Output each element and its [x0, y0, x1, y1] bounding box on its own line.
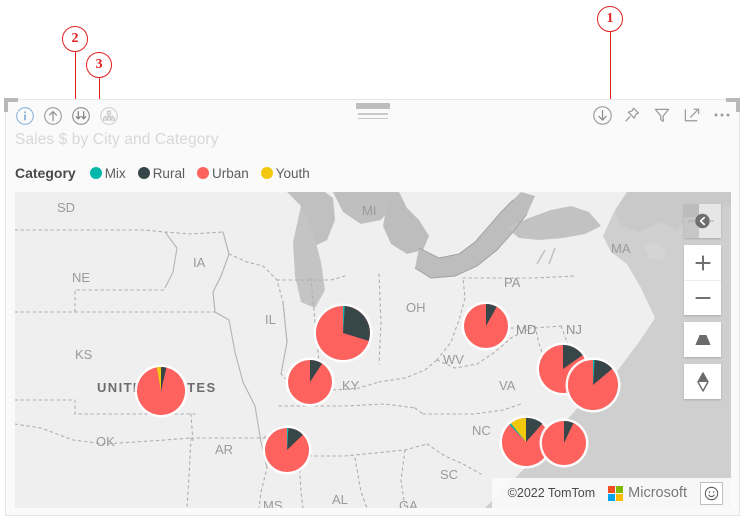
legend-label-mix: Mix	[104, 165, 126, 181]
pie-marker-new-york[interactable]	[568, 360, 618, 410]
drag-handle-line	[357, 117, 388, 119]
legend-item-rural[interactable]: Rural	[137, 165, 185, 181]
map-visual-container: Sales $ by City and Category Category Mi…	[5, 99, 740, 516]
map-tilt-group	[684, 322, 721, 357]
zoom-in-button[interactable]	[684, 245, 721, 280]
expand-all-icon[interactable]	[70, 105, 92, 127]
pie-marker-milwaukee[interactable]	[288, 360, 332, 404]
map-attribution: ©2022 TomTom Microsoft	[491, 478, 731, 508]
callout-1-line	[609, 32, 611, 102]
pie-marker-chicago[interactable]	[316, 306, 370, 360]
drill-up-icon[interactable]	[42, 105, 64, 127]
callout-2-bubble: 2	[62, 26, 88, 52]
visual-title: Sales $ by City and Category	[15, 131, 219, 148]
filter-icon[interactable]	[651, 104, 673, 126]
callout-2-line	[74, 52, 76, 102]
visual-header-left-icons	[14, 105, 120, 127]
map-basemap	[15, 192, 731, 508]
visual-drag-handle[interactable]	[354, 103, 392, 122]
zoom-out-button[interactable]	[684, 280, 721, 315]
drag-handle-grip	[355, 103, 390, 109]
compass-button[interactable]	[684, 364, 721, 399]
map-controls	[684, 204, 721, 406]
legend-item-mix[interactable]: Mix	[89, 165, 126, 181]
screenshot-root: 1 2 3 Sales $ by City and Category Categ…	[0, 0, 745, 521]
feedback-smiley-icon[interactable]	[700, 481, 723, 505]
map-compass-group	[684, 364, 721, 399]
collapse-panel-button[interactable]	[684, 204, 721, 238]
microsoft-squares-icon	[608, 485, 624, 501]
legend-label-rural: Rural	[152, 165, 185, 181]
callout-3-bubble: 3	[86, 52, 112, 78]
pie-marker-baltimore[interactable]	[542, 421, 586, 465]
legend-swatch-youth	[260, 167, 273, 179]
drag-handle-line	[357, 113, 388, 115]
pie-marker-cleveland[interactable]	[464, 304, 508, 348]
drill-down-icon[interactable]	[591, 104, 613, 126]
legend-swatch-mix	[89, 167, 102, 179]
visual-resize-handle-top-left[interactable]	[4, 98, 18, 112]
drill-hierarchy-icon[interactable]	[98, 105, 120, 127]
pie-marker-indianapolis[interactable]	[265, 428, 309, 472]
map-collapse-group	[684, 204, 721, 238]
legend-swatch-rural	[137, 167, 150, 179]
pin-icon[interactable]	[621, 104, 643, 126]
legend-label-urban: Urban	[211, 165, 249, 181]
attribution-copyright: ©2022 TomTom	[507, 486, 596, 500]
visual-header-right-icons	[591, 104, 733, 126]
legend-item-urban[interactable]: Urban	[196, 165, 249, 181]
pie-marker-omaha[interactable]	[137, 367, 185, 415]
visual-resize-handle-top-right[interactable]	[726, 98, 740, 112]
visual-header	[6, 100, 739, 132]
microsoft-wordmark: Microsoft	[628, 485, 687, 501]
legend-item-youth[interactable]: Youth	[260, 165, 310, 181]
legend: Category Mix Rural Urban Youth	[15, 165, 322, 181]
map-zoom-group	[684, 245, 721, 315]
microsoft-logo: Microsoft	[608, 485, 687, 501]
map-canvas[interactable]: SD NE IA KS MI IL IN OH KY WV VA PA MA M…	[15, 192, 731, 508]
callout-1-bubble: 1	[597, 6, 623, 32]
legend-title: Category	[15, 165, 76, 181]
tilt-button[interactable]	[684, 322, 721, 357]
focus-mode-icon[interactable]	[681, 104, 703, 126]
legend-swatch-urban	[196, 167, 209, 179]
legend-label-youth: Youth	[275, 165, 310, 181]
